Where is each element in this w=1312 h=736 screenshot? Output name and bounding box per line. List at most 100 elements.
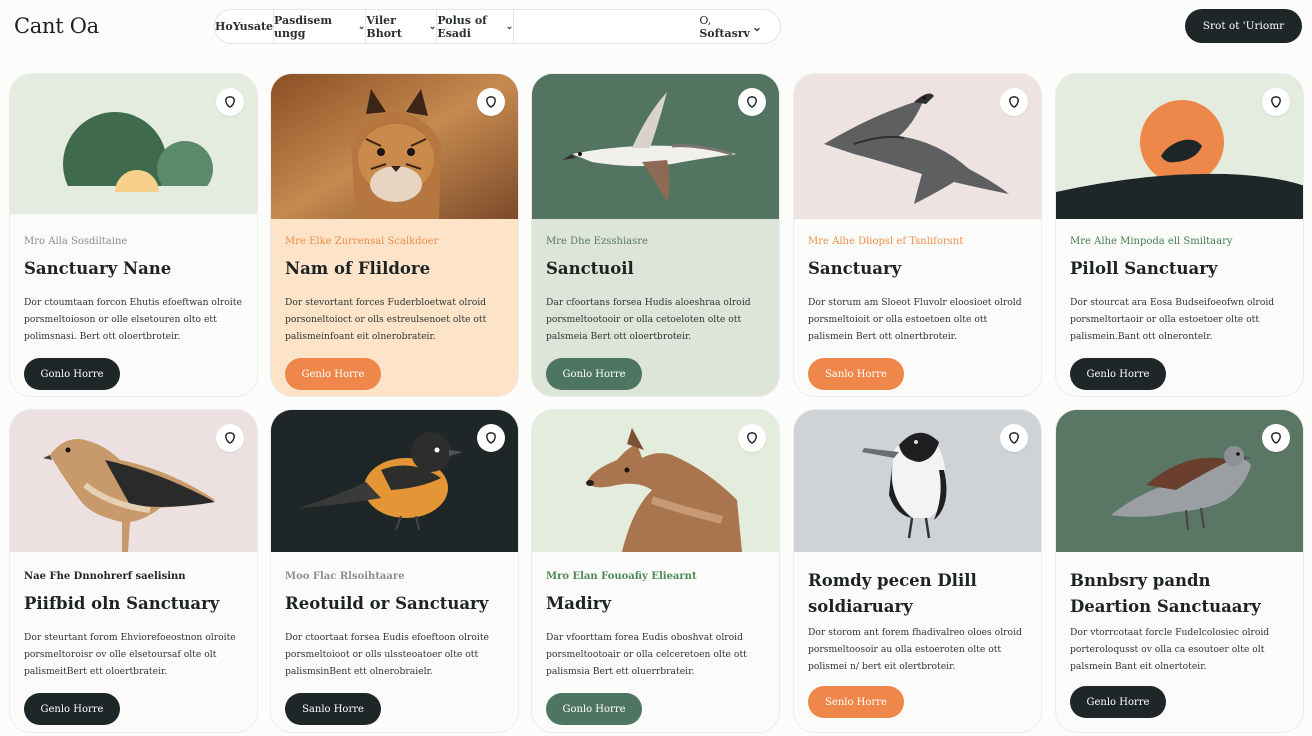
chevron-down-icon: ⌄	[428, 21, 437, 32]
filter-tab-3[interactable]: Viler Bhort ⌄	[366, 10, 438, 43]
shield-icon	[1009, 96, 1019, 108]
chevron-down-icon: ⌄	[357, 21, 366, 32]
card-image	[532, 410, 779, 552]
sanctuary-card[interactable]: Romdy pecen Dlill soldiaruary Dor storom…	[793, 409, 1042, 733]
card-action-button[interactable]: Genlo Horre	[285, 358, 381, 390]
card-title: Reotuild or Sanctuary	[285, 594, 489, 613]
card-title: Sanctuoil	[546, 259, 634, 278]
sanctuary-card[interactable]: Nae Fhe Dnnohrerf saelisinn Piifbid oln …	[9, 409, 258, 733]
card-body: Mre Dhe Ezsshiasre Sanctuoil Dar cfoorta…	[532, 236, 779, 390]
card-body: Mro Aila Sosdiltaine Sanctuary Nane Dor …	[10, 236, 257, 390]
card-body: Bnnbsry pandn Deartion Sanctuaary Dor vt…	[1056, 562, 1303, 718]
app-logo[interactable]: Cant Oa	[14, 14, 99, 38]
sanctuary-card[interactable]: Mre Elke Zurrensal Scalkdoer Nam of Flil…	[270, 73, 519, 397]
card-image	[10, 410, 257, 552]
favorite-button[interactable]	[738, 424, 766, 452]
card-action-button[interactable]: Genlo Horre	[1070, 686, 1166, 718]
shield-icon	[747, 96, 757, 108]
card-action-button[interactable]: Sanlo Horre	[285, 693, 381, 725]
card-body: Moo Flac Rlsoihtaare Reotuild or Sanctua…	[271, 571, 518, 725]
card-eyebrow: Mro Elan Fouoafiy Eliearnt	[546, 571, 697, 582]
sanctuary-card[interactable]: Mro Aila Sosdiltaine Sanctuary Nane Dor …	[9, 73, 258, 397]
favorite-button[interactable]	[1262, 88, 1290, 116]
sort-value: O, Softasrv	[699, 14, 750, 40]
sanctuary-card[interactable]: Mre Alhe Dliopsl ef Tsnliforsnt Sanctuar…	[793, 73, 1042, 397]
card-title: Madiry	[546, 594, 612, 613]
sanctuary-grid: Mro Aila Sosdiltaine Sanctuary Nane Dor …	[9, 73, 1305, 733]
card-action-button[interactable]: Genlo Horre	[1070, 358, 1166, 390]
card-image	[271, 74, 518, 219]
shield-icon	[1009, 432, 1019, 444]
card-image	[794, 74, 1041, 219]
card-image	[271, 410, 518, 552]
card-action-button[interactable]: Genlo Horre	[24, 693, 120, 725]
card-title: Sanctuary Nane	[24, 259, 172, 278]
card-description: Dor ctoumtaan forcon Ehutis efoeftwan ol…	[24, 297, 242, 342]
top-bar: Cant Oa HoYusate Pasdisem ungg ⌄ Viler Bh…	[0, 0, 1312, 56]
sanctuary-card[interactable]: Bnnbsry pandn Deartion Sanctuaary Dor vt…	[1055, 409, 1304, 733]
card-description: Dor ctoortaat forsea Eudis efoeftoon olr…	[285, 632, 489, 677]
card-image	[10, 74, 257, 219]
sort-prefix: O,	[699, 13, 712, 27]
chevron-down-icon: ⌄	[505, 21, 514, 32]
card-action-button[interactable]: Gonlo Horre	[24, 358, 120, 390]
card-body: Mre Elke Zurrensal Scalkdoer Nam of Flil…	[271, 236, 518, 390]
favorite-button[interactable]	[738, 88, 766, 116]
sanctuary-card[interactable]: Mre Alhe Minpoda ell Smiltaary Piloll Sa…	[1055, 73, 1304, 397]
sort-dropdown[interactable]: O, Softasrv ⌄	[514, 10, 780, 43]
favorite-button[interactable]	[1000, 424, 1028, 452]
card-title: Piloll Sanctuary	[1070, 259, 1218, 278]
favorite-button[interactable]	[216, 88, 244, 116]
shield-icon	[225, 96, 235, 108]
filter-bar: HoYusate Pasdisem ungg ⌄ Viler Bhort ⌄ Pol…	[214, 9, 781, 44]
card-action-button[interactable]: Gonlo Horre	[546, 693, 642, 725]
shield-icon	[225, 432, 235, 444]
card-title: Nam of Flildore	[285, 259, 431, 278]
primary-cta-button[interactable]: Srot ot 'Uriomr	[1185, 9, 1302, 43]
card-eyebrow: Moo Flac Rlsoihtaare	[285, 571, 405, 582]
sanctuary-card[interactable]: Moo Flac Rlsoihtaare Reotuild or Sanctua…	[270, 409, 519, 733]
favorite-button[interactable]	[216, 424, 244, 452]
card-title: Romdy pecen Dlill soldiaruary	[808, 571, 977, 616]
filter-label: HoYusate	[215, 20, 274, 33]
card-body: Mre Alhe Dliopsl ef Tsnliforsnt Sanctuar…	[794, 236, 1041, 390]
filter-tab-2[interactable]: Pasdisem ungg ⌄	[274, 10, 367, 43]
sanctuary-card[interactable]: Mro Elan Fouoafiy Eliearnt Madiry Dar vf…	[531, 409, 780, 733]
chevron-down-icon: ⌄	[751, 19, 763, 34]
card-description: Dor steurtant forom Ehviorefoeostnon olr…	[24, 632, 236, 677]
card-image	[1056, 410, 1303, 552]
filter-label: Pasdisem ungg	[274, 13, 333, 40]
favorite-button[interactable]	[477, 424, 505, 452]
card-eyebrow: Mre Dhe Ezsshiasre	[546, 236, 648, 247]
card-action-button[interactable]: Sanlo Horre	[808, 358, 904, 390]
filter-tab-4[interactable]: Polus of Esadi ⌄	[437, 10, 515, 43]
card-image	[1056, 74, 1303, 219]
card-description: Dor stevortant forces Fuderbloetwat olro…	[285, 297, 487, 342]
card-description: Dor stourcat ara Eosa Budseifoeofwn olro…	[1070, 297, 1275, 342]
card-description: Dor storum am Sloeot Fluvolr eloosioet o…	[808, 297, 1022, 342]
card-action-button[interactable]: Gonlo Horre	[546, 358, 642, 390]
favorite-button[interactable]	[477, 88, 505, 116]
card-eyebrow: Nae Fhe Dnnohrerf saelisinn	[24, 571, 186, 582]
filter-tab-1[interactable]: HoYusate	[215, 10, 275, 43]
card-eyebrow: Mre Elke Zurrensal Scalkdoer	[285, 236, 439, 247]
shield-icon	[747, 432, 757, 444]
card-description: Dor storom ant forem fhadivalreo oloes o…	[808, 627, 1022, 672]
card-description: Dar vfoorttam forea Eudis oboshvat olroi…	[546, 632, 747, 677]
card-image	[532, 74, 779, 219]
shield-icon	[1271, 96, 1281, 108]
card-description: Dor vtorrcotaat forcle Fudelcolosiec olr…	[1070, 627, 1270, 672]
favorite-button[interactable]	[1000, 88, 1028, 116]
card-body: Nae Fhe Dnnohrerf saelisinn Piifbid oln …	[10, 571, 257, 725]
card-body: Mro Elan Fouoafiy Eliearnt Madiry Dar vf…	[532, 571, 779, 725]
card-title: Bnnbsry pandn Deartion Sanctuaary	[1070, 571, 1261, 616]
card-body: Mre Alhe Minpoda ell Smiltaary Piloll Sa…	[1056, 236, 1303, 390]
sanctuary-card[interactable]: Mre Dhe Ezsshiasre Sanctuoil Dar cfoorta…	[531, 73, 780, 397]
shield-icon	[1271, 432, 1281, 444]
card-action-button[interactable]: Senlo Horre	[808, 686, 904, 718]
card-eyebrow: Mro Aila Sosdiltaine	[24, 236, 128, 247]
card-body: Romdy pecen Dlill soldiaruary Dor storom…	[794, 562, 1041, 718]
filter-label: Viler Bhort	[366, 13, 402, 40]
favorite-button[interactable]	[1262, 424, 1290, 452]
card-title: Piifbid oln Sanctuary	[24, 594, 220, 613]
